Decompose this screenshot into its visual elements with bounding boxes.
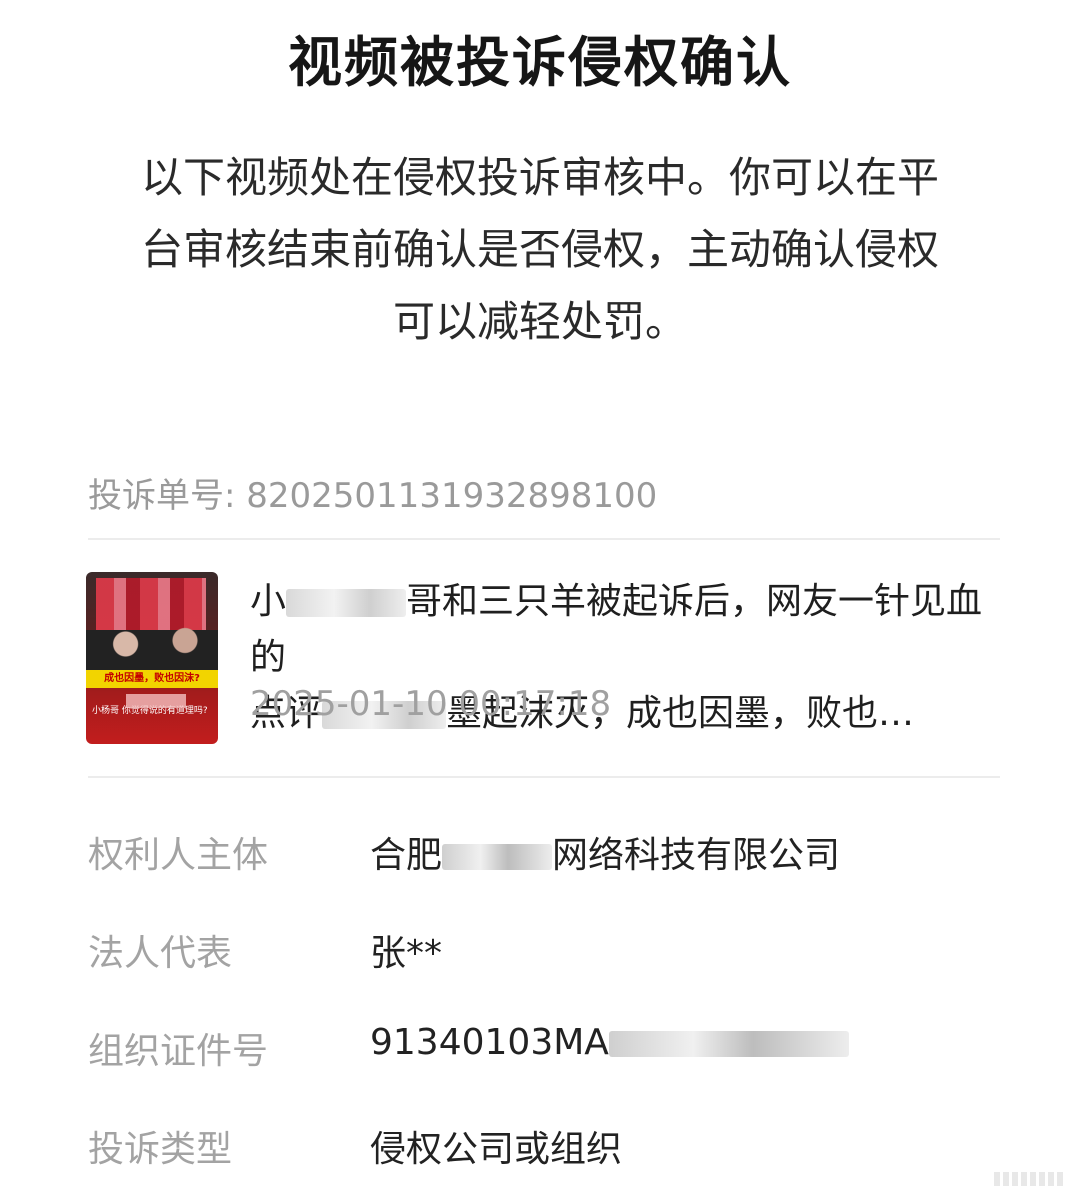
video-title-part: 小	[250, 581, 287, 622]
notice-line-1: 以下视频处在侵权投诉审核中。你可以在平	[140, 153, 939, 202]
watermark	[994, 1172, 1066, 1186]
notice-line-3: 可以减轻处罚。	[392, 297, 687, 346]
divider	[88, 776, 1000, 778]
redaction-mask	[286, 589, 407, 617]
rights-holder-prefix: 合肥	[370, 835, 443, 876]
page-title: 视频被投诉侵权确认	[288, 31, 792, 94]
notice-line-2: 台审核结束前确认是否侵权，主动确认侵权	[140, 225, 939, 274]
rights-holder-suffix: 网络科技有限公司	[552, 835, 841, 876]
org-id-label: 组织证件号	[88, 1031, 269, 1072]
rights-holder-label: 权利人主体	[88, 835, 269, 876]
org-id-value: 91340103MA	[370, 1022, 849, 1063]
org-id-prefix: 91340103MA	[370, 1022, 609, 1063]
legal-rep-label: 法人代表	[88, 933, 233, 974]
divider	[88, 538, 1000, 540]
redaction-mask	[442, 844, 553, 870]
video-thumbnail[interactable]: 成也因墨，败也因沫? 小杨哥 你觉得说的有道理吗?	[86, 572, 218, 744]
notice-text: 以下视频处在侵权投诉审核中。你可以在平 台审核结束前确认是否侵权，主动确认侵权 …	[100, 142, 980, 358]
complaint-type-label: 投诉类型	[88, 1129, 233, 1170]
thumbnail-caption-band: 成也因墨，败也因沫?	[86, 670, 218, 688]
complaint-number: 投诉单号: 8202501131932898100	[88, 476, 658, 516]
rights-holder-value: 合肥 网络科技有限公司	[370, 826, 840, 878]
complaint-type-value: 侵权公司或组织	[370, 1129, 623, 1170]
video-title-line-1: 小哥和三只羊被起诉后，网友一针见血的	[250, 574, 990, 686]
thumbnail-blur-bottom	[126, 694, 186, 708]
legal-rep-value: 张**	[370, 933, 443, 974]
video-timestamp: 2025-01-10 00:17:18	[250, 684, 612, 724]
redaction-mask	[608, 1031, 849, 1057]
thumbnail-people	[86, 602, 218, 672]
